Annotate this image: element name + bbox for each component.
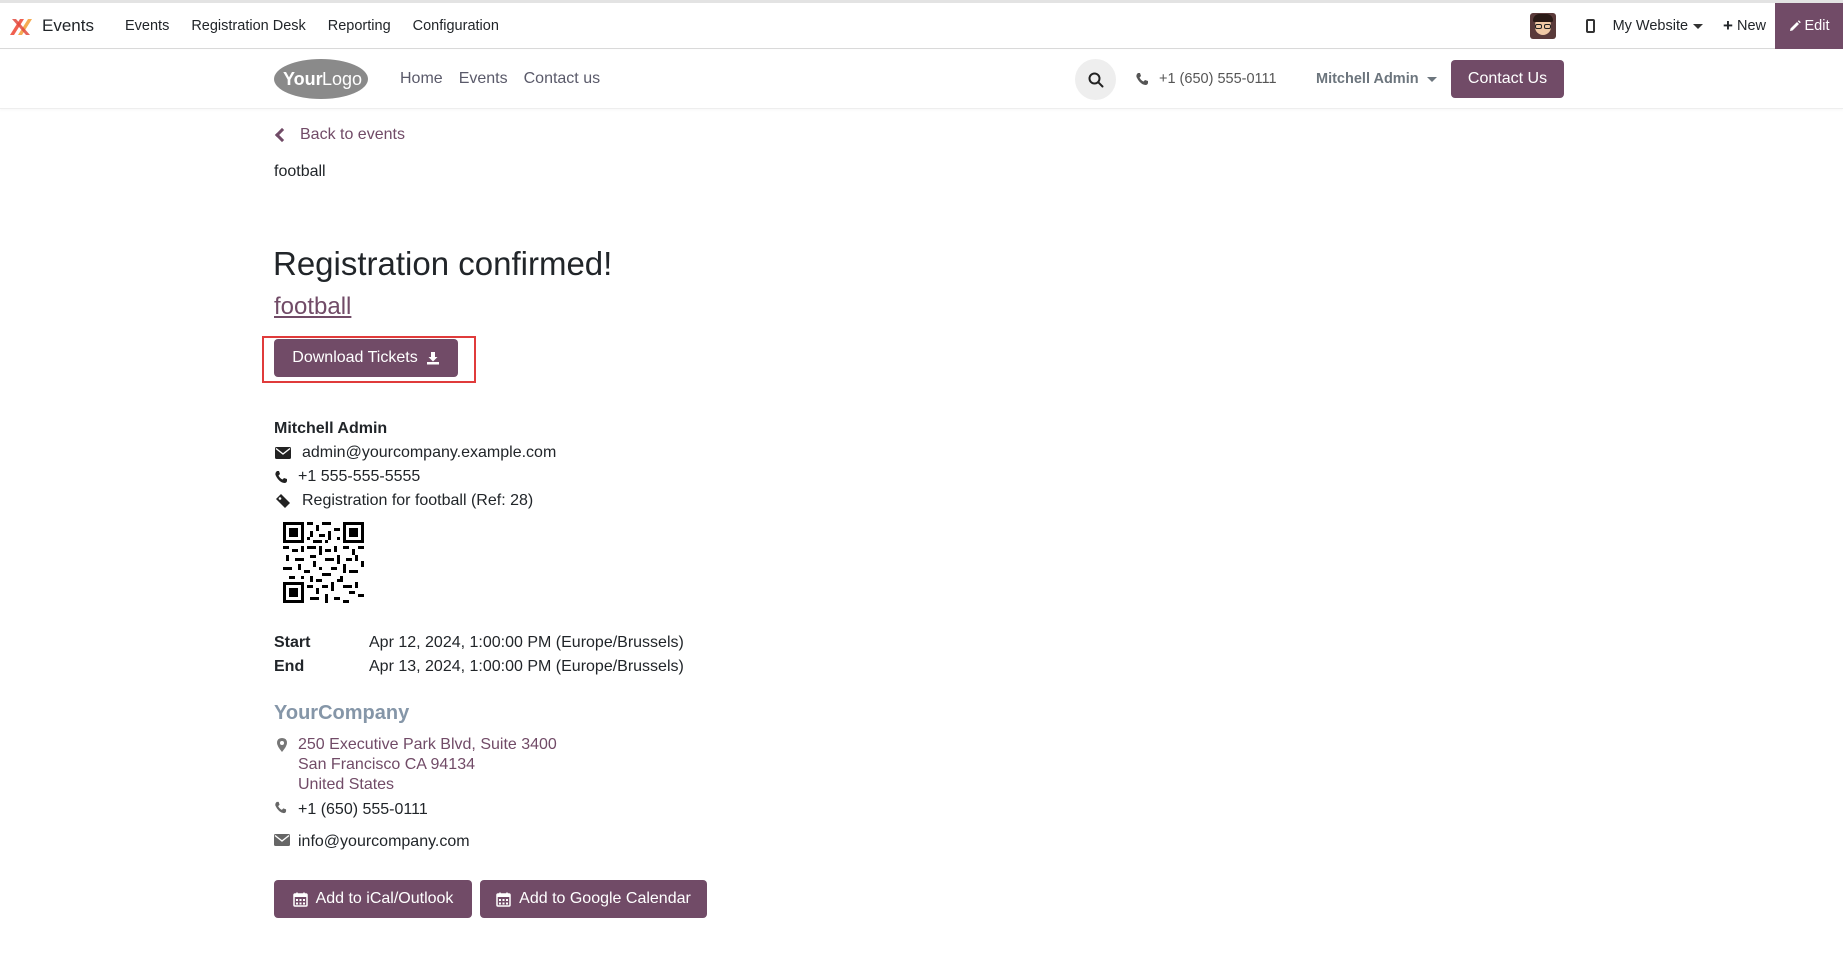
envelope-icon	[274, 833, 298, 851]
map-marker-icon	[274, 735, 298, 795]
download-icon	[426, 352, 439, 365]
app-name: Events	[42, 15, 94, 35]
attendee-email: admin@yourcompany.example.com	[302, 444, 557, 461]
search-button[interactable]	[1075, 59, 1116, 100]
ticket-qr-code	[283, 522, 364, 603]
attendee-email-row: admin@yourcompany.example.com	[274, 444, 556, 462]
user-menu[interactable]: Mitchell Admin	[1316, 71, 1437, 87]
download-tickets-label: Download Tickets	[292, 349, 418, 366]
user-avatar[interactable]	[1529, 13, 1556, 39]
back-to-events-link[interactable]: Back to events	[274, 126, 405, 144]
start-label: Start	[274, 634, 311, 651]
edit-label: Edit	[1804, 18, 1830, 34]
event-breadcrumb-title: football	[274, 163, 326, 180]
menu-registration-desk[interactable]: Registration Desk	[180, 3, 316, 49]
events-app-icon	[10, 18, 32, 35]
attendee-phone-row: +1 555-555-5555	[274, 468, 420, 486]
attendee-name: Mitchell Admin	[274, 420, 388, 437]
website-switcher[interactable]: My Website	[1612, 18, 1704, 34]
svg-text:Your: Your	[283, 69, 323, 89]
end-label: End	[274, 658, 305, 675]
plus-icon: +	[1723, 16, 1733, 35]
pencil-icon	[1789, 20, 1801, 31]
event-name-link[interactable]: football	[274, 293, 351, 321]
avatar-hair	[1532, 14, 1553, 22]
company-address[interactable]: 250 Executive Park Blvd, Suite 3400 San …	[274, 735, 557, 795]
chevron-left-icon	[274, 127, 290, 143]
chevron-down-icon	[1426, 76, 1437, 82]
chevron-down-icon	[1693, 23, 1704, 29]
address-line-1: 250 Executive Park Blvd, Suite 3400	[298, 736, 557, 753]
website-label: My Website	[1612, 18, 1689, 34]
mobile-preview-icon[interactable]	[1585, 19, 1595, 33]
end-row: End Apr 13, 2024, 1:00:00 PM (Europe/Bru…	[274, 655, 684, 679]
end-value: Apr 13, 2024, 1:00:00 PM (Europe/Brussel…	[369, 658, 684, 675]
download-tickets-button[interactable]: Download Tickets	[274, 339, 458, 377]
start-row: Start Apr 12, 2024, 1:00:00 PM (Europe/B…	[274, 631, 684, 655]
phone-icon	[1136, 73, 1148, 85]
add-to-ical-label: Add to iCal/Outlook	[315, 890, 454, 907]
user-name: Mitchell Admin	[1316, 71, 1419, 87]
add-to-ical-button[interactable]: Add to iCal/Outlook	[274, 880, 472, 918]
website-nav: Home Events Contact us	[400, 70, 616, 88]
avatar-glass-right	[1543, 24, 1551, 29]
start-value: Apr 12, 2024, 1:00:00 PM (Europe/Brussel…	[369, 634, 684, 651]
add-to-google-calendar-label: Add to Google Calendar	[519, 890, 691, 907]
envelope-icon	[275, 447, 291, 459]
menu-configuration[interactable]: Configuration	[402, 3, 510, 49]
address-line-3: United States	[298, 776, 395, 793]
admin-right-tools: My Website + New Edit	[1529, 3, 1843, 49]
phone-icon	[274, 801, 298, 819]
ticket-icon	[276, 494, 290, 508]
nav-home[interactable]: Home	[400, 70, 443, 88]
nav-contact-us[interactable]: Contact us	[524, 70, 600, 88]
attendee-phone: +1 555-555-5555	[298, 468, 421, 485]
company-phone: +1 (650) 555-0111	[298, 801, 428, 818]
contact-us-button[interactable]: Contact Us	[1451, 60, 1564, 98]
nav-events[interactable]: Events	[459, 70, 508, 88]
new-button[interactable]: + New	[1723, 16, 1766, 36]
app-brand[interactable]: Events	[8, 3, 94, 49]
avatar-glass-left	[1534, 24, 1542, 29]
address-lines: 250 Executive Park Blvd, Suite 3400 San …	[298, 735, 557, 795]
address-line-2: San Francisco CA 94134	[298, 756, 475, 773]
page-title: Registration confirmed!	[273, 245, 613, 282]
header-phone[interactable]: +1 (650) 555-0111	[1135, 71, 1277, 87]
company-phone-row: +1 (650) 555-0111	[274, 801, 428, 819]
new-label: New	[1736, 18, 1766, 34]
edit-button[interactable]: Edit	[1775, 3, 1843, 49]
add-to-google-calendar-button[interactable]: Add to Google Calendar	[480, 880, 707, 918]
calendar-icon	[496, 892, 511, 907]
header-phone-text: +1 (650) 555-0111	[1159, 71, 1277, 87]
back-label: Back to events	[300, 126, 405, 143]
attendee-registration-row: Registration for football (Ref: 28)	[274, 492, 533, 510]
company-name: YourCompany	[274, 702, 410, 724]
admin-menu: Events Registration Desk Reporting Confi…	[114, 3, 510, 49]
menu-events[interactable]: Events	[114, 3, 180, 49]
svg-text:Logo: Logo	[322, 69, 362, 89]
company-email: info@yourcompany.com	[298, 833, 470, 850]
company-logo[interactable]: Your Logo	[273, 58, 370, 100]
search-icon	[1088, 72, 1103, 87]
admin-navbar: Events Events Registration Desk Reportin…	[0, 3, 1843, 49]
phone-icon	[275, 471, 287, 483]
menu-reporting[interactable]: Reporting	[317, 3, 402, 49]
calendar-icon	[292, 892, 308, 907]
company-email-row: info@yourcompany.com	[274, 833, 470, 851]
attendee-registration: Registration for football (Ref: 28)	[302, 492, 534, 509]
event-dates: Start Apr 12, 2024, 1:00:00 PM (Europe/B…	[274, 631, 684, 679]
